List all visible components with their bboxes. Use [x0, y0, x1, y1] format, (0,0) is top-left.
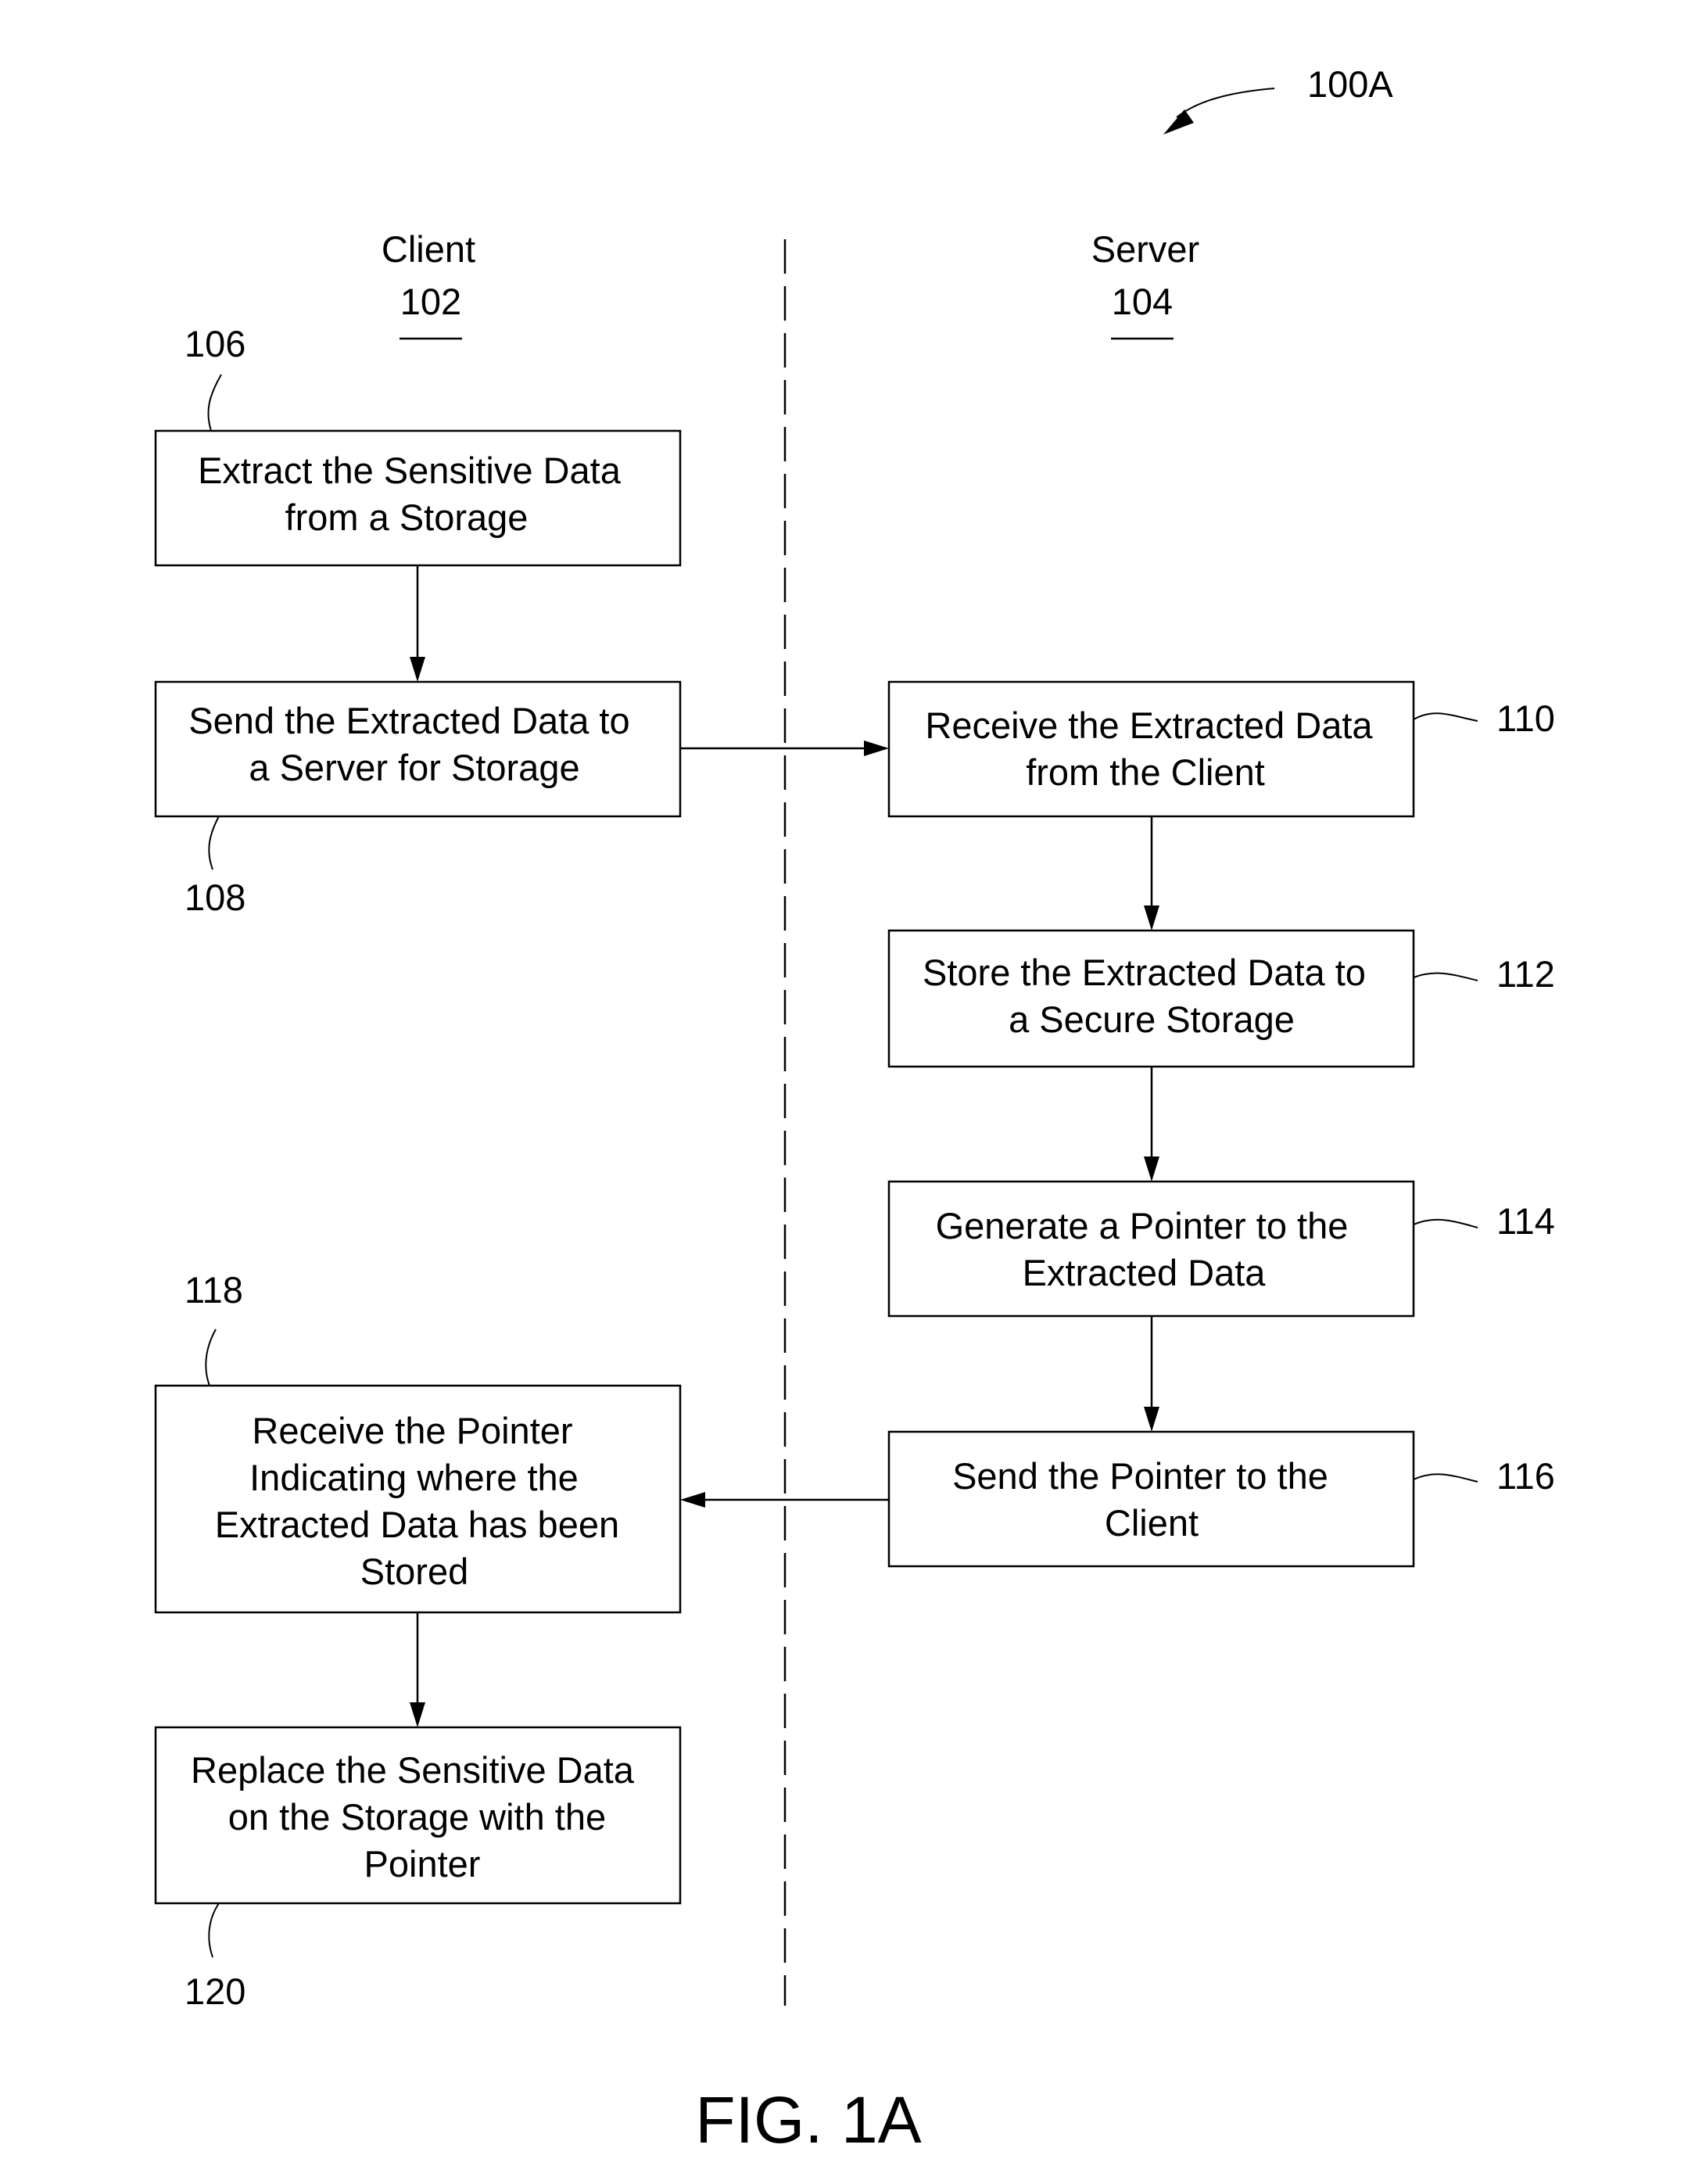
step-114: Generate a Pointer to the Extracted Data… — [887, 1180, 1555, 1318]
step-118: 118 Receive the Pointer Indicating where… — [154, 1269, 682, 1614]
connector-108-110-arrowhead — [864, 741, 889, 756]
step-106-ref: 106 — [185, 323, 245, 364]
server-lane-header: Server 104 — [1091, 228, 1199, 340]
step-106: 106 Extract the Sensitive Data from a St… — [154, 323, 682, 567]
step-110-leader — [1413, 712, 1478, 722]
connector-116-118 — [680, 1492, 889, 1508]
server-lane-title: Server — [1091, 228, 1199, 270]
step-118-line-4: Stored — [360, 1551, 468, 1592]
figure-reference-arrowhead — [1163, 109, 1194, 134]
step-116-box — [887, 1430, 1415, 1568]
step-116-line-2: Client — [1105, 1502, 1199, 1544]
step-108: Send the Extracted Data to a Server for … — [154, 680, 682, 918]
step-120-line-3: Pointer — [364, 1843, 481, 1885]
step-112-line-2: a Secure Storage — [1009, 999, 1295, 1040]
connector-110-112 — [1144, 816, 1159, 931]
flow-diagram: 100A Client 102 Server 104 106 Extract t… — [154, 63, 1555, 2157]
step-114-ref: 114 — [1496, 1200, 1555, 1242]
step-118-line-1: Receive the Pointer — [252, 1410, 572, 1451]
step-116-leader — [1413, 1473, 1478, 1483]
step-114-box — [887, 1180, 1415, 1318]
step-110-box — [887, 680, 1415, 818]
connector-118-120 — [410, 1612, 425, 1727]
connector-118-120-arrowhead — [410, 1702, 425, 1727]
figure-reference-arrow — [1176, 88, 1275, 118]
step-106-line-2: from a Storage — [285, 497, 529, 538]
step-120-line-1: Replace the Sensitive Data — [191, 1749, 635, 1791]
step-112-line-1: Store the Extracted Data to — [923, 952, 1366, 993]
step-106-leader — [207, 374, 222, 432]
step-112: Store the Extracted Data to a Secure Sto… — [887, 929, 1555, 1068]
connector-114-116-arrowhead — [1144, 1407, 1159, 1432]
step-118-ref: 118 — [185, 1269, 243, 1311]
step-118-line-2: Indicating where the — [249, 1457, 579, 1498]
step-110: Receive the Extracted Data from the Clie… — [887, 680, 1555, 818]
connector-106-108 — [410, 565, 425, 682]
step-108-leader — [208, 816, 220, 870]
connector-106-108-arrowhead — [410, 657, 425, 682]
step-106-line-1: Extract the Sensitive Data — [198, 450, 622, 491]
step-108-ref: 108 — [185, 877, 245, 918]
step-116: Send the Pointer to the Client 116 — [887, 1430, 1555, 1568]
step-120: Replace the Sensitive Data on the Storag… — [154, 1726, 682, 2012]
step-108-line-1: Send the Extracted Data to — [188, 700, 629, 741]
step-116-ref: 116 — [1496, 1455, 1555, 1497]
connector-116-118-arrowhead — [680, 1492, 705, 1508]
step-118-line-3: Extracted Data has been — [215, 1504, 619, 1545]
client-lane-header: Client 102 — [382, 228, 475, 340]
figure-caption: FIG. 1A — [695, 2083, 921, 2157]
step-110-line-1: Receive the Extracted Data — [925, 705, 1373, 746]
figure-reference-label: 100A — [1307, 63, 1393, 105]
step-120-line-2: on the Storage with the — [228, 1796, 606, 1838]
step-112-ref: 112 — [1496, 953, 1555, 995]
step-110-line-2: from the Client — [1026, 751, 1265, 793]
step-110-ref: 110 — [1496, 698, 1555, 739]
step-114-line-1: Generate a Pointer to the — [936, 1205, 1349, 1246]
step-120-leader — [208, 1902, 220, 1958]
connector-112-114-arrowhead — [1144, 1157, 1159, 1182]
step-108-line-2: a Server for Storage — [249, 747, 579, 788]
step-120-ref: 120 — [185, 1971, 245, 2012]
step-112-leader — [1413, 972, 1478, 981]
client-lane-ref: 102 — [400, 281, 461, 322]
step-114-leader — [1413, 1218, 1478, 1228]
figure-reference: 100A — [1163, 63, 1393, 134]
step-114-line-2: Extracted Data — [1023, 1252, 1267, 1293]
step-116-line-1: Send the Pointer to the — [952, 1455, 1328, 1497]
connector-110-112-arrowhead — [1144, 906, 1159, 931]
connector-114-116 — [1144, 1316, 1159, 1432]
connector-112-114 — [1144, 1067, 1159, 1182]
server-lane-ref: 104 — [1112, 281, 1173, 322]
client-lane-title: Client — [382, 228, 475, 270]
step-118-leader — [205, 1329, 217, 1386]
